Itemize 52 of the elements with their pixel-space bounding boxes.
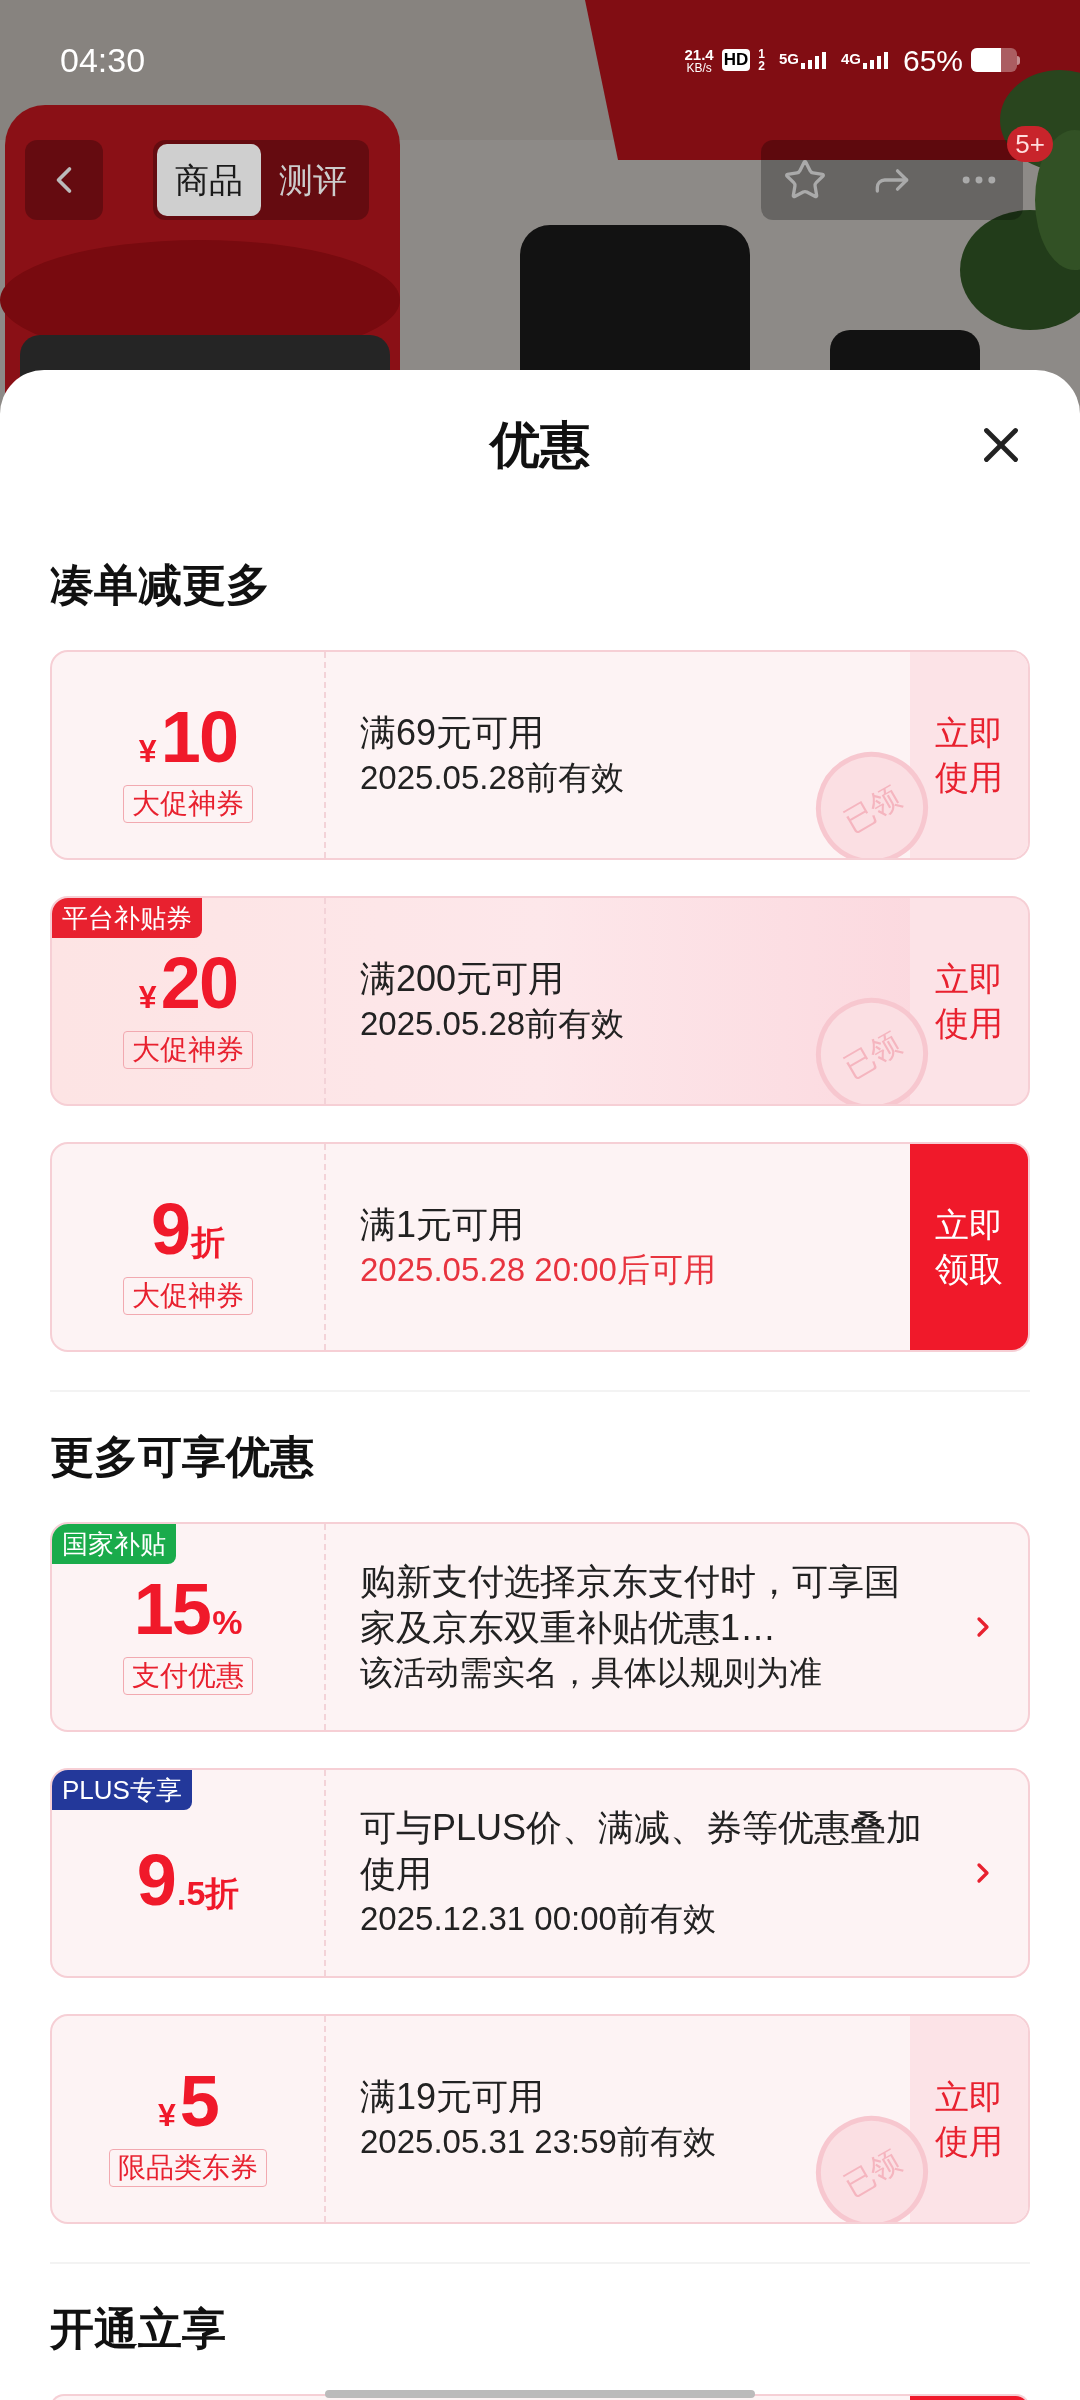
- coupon-type-tag: 支付优惠: [123, 1657, 253, 1695]
- coupon-validity: 该活动需实名，具体以规则为准: [360, 1653, 823, 1693]
- use-coupon-button[interactable]: 立即使用: [910, 652, 1028, 858]
- coupon-validity: 2025.05.28前有效: [360, 1004, 626, 1044]
- section-heading: 开通立享: [50, 2303, 226, 2355]
- section-heading: 凑单减更多: [50, 559, 270, 611]
- coupon-validity: 2025.05.28前有效: [360, 758, 626, 798]
- back-button[interactable]: [25, 140, 103, 220]
- section-heading: 更多可享优惠: [50, 1431, 314, 1483]
- coupon-card[interactable]: 9折 大促神券 满1元可用 2025.05.28 20:00后可用 立即领取: [50, 1142, 1030, 1352]
- coupon-condition: 满200元可用: [360, 957, 566, 1001]
- coupon-validity: 2025.05.28 20:00后可用: [360, 1250, 717, 1290]
- coupon-type-tag: 大促神券: [123, 1031, 253, 1069]
- offer-card[interactable]: 国家补贴 15% 支付优惠 购新支付选择京东支付时，可享国家及京东双重补贴优惠1… 该活动需实名，具体以规则为准: [50, 1522, 1030, 1732]
- coupon-condition: 满69元可用: [360, 711, 546, 755]
- speed-unit: KB/s: [686, 61, 712, 74]
- sim-number: 1: [758, 48, 765, 60]
- battery-percent: 65%: [902, 42, 963, 79]
- network-type: 4G: [840, 51, 861, 66]
- coupon-condition: 可与PLUS价、满减、券等优惠叠加使用: [360, 1806, 924, 1896]
- coupon-type-tag: 大促神券: [123, 1277, 253, 1315]
- tab[interactable]: 测评: [261, 144, 365, 216]
- coupon-ribbon: 平台补贴券: [52, 898, 202, 938]
- sim-number: 2: [758, 60, 765, 72]
- battery-icon: [971, 48, 1020, 72]
- coupon-validity: 2025.05.31 23:59前有效: [360, 2122, 717, 2162]
- discount-amount: 9折: [150, 1193, 226, 1265]
- network-speed: 21.4: [684, 46, 714, 62]
- signal-icon: [862, 51, 889, 69]
- coupon-type-tag: 限品类东券: [109, 2149, 267, 2187]
- status-time: 04:30: [60, 39, 146, 81]
- discount-amount: ¥5: [157, 2065, 218, 2137]
- discount-amount: 9.5折: [136, 1844, 240, 1916]
- use-coupon-button[interactable]: 立即使用: [910, 2016, 1028, 2222]
- use-coupon-button[interactable]: 立即领取: [910, 1144, 1028, 1350]
- coupon-ribbon: PLUS专享: [52, 1770, 192, 1810]
- network-type: 5G: [778, 51, 799, 66]
- use-coupon-button[interactable]: 立即使用: [910, 898, 1028, 1104]
- coupon-condition: 满19元可用: [360, 2075, 546, 2119]
- coupon-type-tag: 大促神券: [123, 785, 253, 823]
- hd-icon: HD: [721, 49, 751, 71]
- discount-amount: ¥10: [138, 701, 238, 773]
- coupon-validity: 2025.12.31 00:00前有效: [360, 1899, 717, 1939]
- coupon-condition: 购新支付选择京东支付时，可享国家及京东双重补贴优惠1…: [360, 1560, 901, 1650]
- offer-card[interactable]: PLUS专享 9.5折 可与PLUS价、满减、券等优惠叠加使用 2025.12.31 00:00前有效: [50, 1768, 1030, 1978]
- coupon-condition: 满1元可用: [360, 1203, 526, 1247]
- discount-amount: ¥20: [138, 947, 238, 1019]
- tab[interactable]: 商品: [157, 144, 261, 216]
- signal-icon: [800, 51, 827, 69]
- coupon-ribbon: 国家补贴: [52, 1524, 176, 1564]
- discount-amount: 15%: [133, 1573, 243, 1645]
- sheet-title: 优惠: [490, 415, 590, 475]
